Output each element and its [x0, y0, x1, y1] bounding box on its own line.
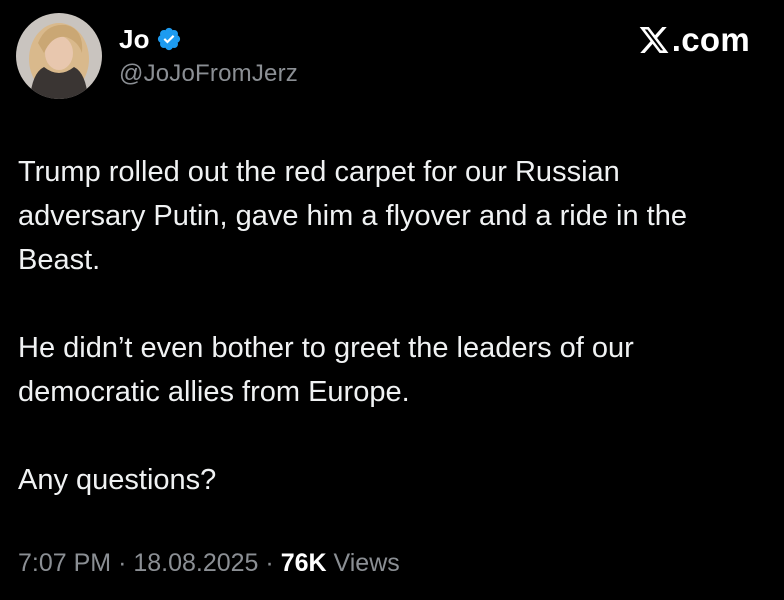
tweet-card: Jo @JoJoFromJerz .com Trump rolled out t…: [0, 0, 784, 600]
tweet-paragraph: Any questions?: [18, 464, 217, 496]
display-name[interactable]: Jo: [119, 24, 150, 55]
display-name-row[interactable]: Jo: [119, 22, 182, 56]
meta-separator: ·: [265, 549, 274, 577]
tweet-date[interactable]: 18.08.2025: [133, 549, 258, 577]
tweet-paragraph: He didn’t even bother to greet the leade…: [18, 332, 634, 408]
avatar-image: [16, 13, 102, 99]
meta-separator: ·: [118, 549, 127, 577]
tweet-time[interactable]: 7:07 PM: [18, 549, 111, 577]
tweet-paragraph: Trump rolled out the red carpet for our …: [18, 156, 687, 276]
brand-domain-suffix: .com: [671, 21, 750, 58]
tweet-meta: 7:07 PM · 18.08.2025 · 76K Views: [18, 549, 400, 578]
verified-badge-icon: [157, 27, 180, 51]
x-logo-icon: [639, 27, 669, 53]
tweet-text: Trump rolled out the red carpet for our …: [18, 150, 770, 502]
user-handle[interactable]: @JoJoFromJerz: [119, 60, 298, 88]
avatar[interactable]: [16, 13, 102, 99]
views-count[interactable]: 76K: [281, 549, 327, 577]
views-label: Views: [333, 549, 400, 577]
brand-watermark: .com: [638, 20, 750, 60]
